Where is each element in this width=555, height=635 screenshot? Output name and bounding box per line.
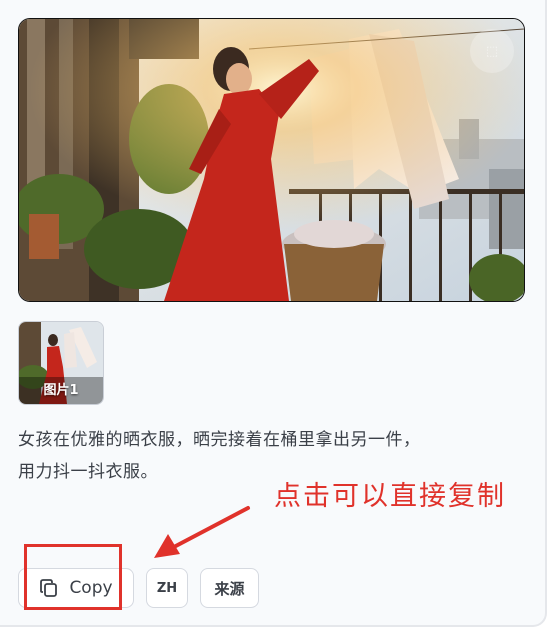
thumbnail-label: 图片1	[43, 383, 79, 398]
description-line-1: 女孩在优雅的晒衣服，晒完接着在桶里拿出另一件，	[18, 430, 421, 450]
hero-image[interactable]: ⬚	[18, 18, 525, 302]
copy-button-label: Copy	[69, 578, 113, 598]
prompt-card: ⬚ 图片1 女孩在优雅的晒衣服，晒完接着在桶里拿出另一件， 用力抖一抖衣服。 点…	[0, 0, 547, 627]
thumbnail-1[interactable]: 图片1	[18, 321, 104, 405]
language-button[interactable]: ZH	[146, 568, 188, 608]
hero-illustration	[19, 19, 524, 301]
annotation-callout: 点击可以直接复制	[274, 481, 506, 512]
source-button[interactable]: 来源	[200, 568, 259, 608]
language-button-label: ZH	[156, 580, 178, 596]
hero-corner-icon[interactable]: ⬚	[470, 29, 514, 73]
copy-button[interactable]: Copy	[18, 568, 134, 608]
copy-icon	[40, 579, 58, 597]
source-button-label: 来源	[214, 579, 245, 598]
annotation-arrow	[154, 506, 250, 558]
